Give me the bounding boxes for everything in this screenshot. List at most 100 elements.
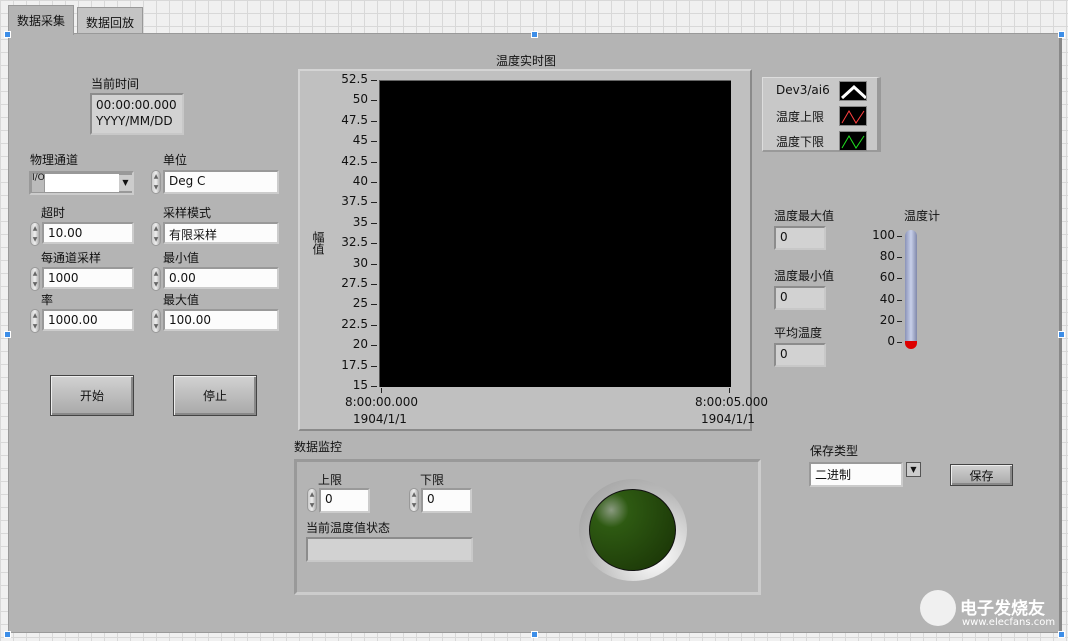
watermark-logo — [920, 590, 956, 626]
y-tick-mark — [371, 120, 377, 122]
waveform-chart: 幅值 52.5 50 47.5 45 42.5 40 37.5 35 32.5 30 27.5 25 2… — [298, 69, 768, 431]
timeout-stepper[interactable]: ▲ ▼ — [30, 222, 40, 246]
resize-handle[interactable] — [1058, 31, 1065, 38]
save-button[interactable]: 保存 — [950, 464, 1013, 486]
channel-value — [45, 174, 119, 192]
lower-limit-stepper[interactable]: ▲ ▼ — [409, 488, 419, 512]
resize-handle[interactable] — [531, 31, 538, 38]
thermometer-label: 温度计 — [904, 209, 941, 223]
x-tick-end-date: 1904/1/1 — [701, 412, 755, 426]
current-time-label: 当前时间 — [91, 77, 140, 91]
y-tick-label: 30 — [352, 255, 368, 270]
mode-stepper[interactable]: ▲ ▼ — [151, 222, 161, 246]
thermometer-tick-label: 20 — [879, 312, 895, 327]
rate-field[interactable]: 1000.00 — [42, 309, 134, 331]
time-value: 00:00:00.000 — [96, 98, 177, 112]
monitor-label: 数据监控 — [294, 440, 343, 454]
max-field[interactable]: 100.00 — [163, 309, 279, 331]
y-tick-mark — [371, 386, 377, 387]
save-type-select[interactable]: 二进制 — [809, 462, 903, 487]
samples-stepper[interactable]: ▲ ▼ — [30, 267, 40, 291]
samples-field[interactable]: 1000 — [42, 267, 134, 289]
legend-label: Dev3/ai6 — [776, 83, 830, 97]
y-tick-mark — [371, 100, 377, 102]
min-field[interactable]: 0.00 — [163, 267, 279, 289]
resize-handle[interactable] — [531, 631, 538, 638]
y-tick-label: 42.5 — [341, 153, 368, 168]
thermometer-tick-mark — [897, 236, 902, 237]
watermark-url: www.elecfans.com — [962, 617, 1056, 628]
upper-limit-field[interactable]: 0 — [319, 488, 370, 513]
y-tick-mark — [371, 345, 377, 347]
max-label: 最大值 — [163, 293, 200, 307]
unit-stepper[interactable]: ▲ ▼ — [151, 170, 161, 194]
thermometer — [905, 230, 917, 346]
watermark-text: 电子发烧友 — [960, 599, 1045, 619]
x-tick-start-date: 1904/1/1 — [353, 412, 407, 426]
y-tick-label: 50 — [352, 92, 368, 107]
date-value: YYYY/MM/DD — [96, 114, 173, 128]
max-stepper[interactable]: ▲ ▼ — [151, 309, 161, 333]
io-icon: I/O — [32, 174, 45, 192]
lower-limit-label: 下限 — [420, 473, 445, 487]
y-tick-mark — [371, 182, 377, 183]
plot-area[interactable] — [379, 80, 731, 387]
legend-swatch-icon[interactable] — [839, 81, 867, 101]
y-tick-mark — [371, 202, 377, 204]
min-label: 最小值 — [163, 251, 200, 265]
timeout-label: 超时 — [41, 206, 66, 220]
y-tick-mark — [371, 263, 377, 265]
y-tick-label: 20 — [352, 337, 368, 352]
thermometer-tick-label: 100 — [872, 228, 895, 242]
sample-mode-field[interactable]: 有限采样 — [163, 222, 279, 244]
unit-field[interactable]: Deg C — [163, 170, 279, 194]
max-temp-label: 温度最大值 — [774, 209, 835, 223]
x-tick-mark — [381, 388, 382, 393]
chevron-down-icon[interactable]: ▼ — [906, 462, 921, 477]
y-tick-mark — [371, 304, 377, 306]
stop-button[interactable]: 停止 — [173, 375, 257, 416]
y-tick-mark — [371, 80, 377, 81]
y-tick-label: 25 — [352, 296, 368, 311]
max-temp-indicator: 0 — [774, 226, 826, 250]
avg-temp-label: 平均温度 — [774, 326, 823, 340]
status-indicator — [306, 537, 473, 562]
min-stepper[interactable]: ▲ ▼ — [151, 267, 161, 291]
legend-swatch-icon[interactable] — [839, 131, 867, 151]
plot-legend[interactable]: Dev3/ai6 温度上限 温度下限 — [762, 77, 881, 152]
resize-handle[interactable] — [4, 631, 11, 638]
led-indicator[interactable] — [589, 489, 676, 571]
upper-limit-stepper[interactable]: ▲ ▼ — [307, 488, 317, 512]
min-temp-indicator: 0 — [774, 286, 826, 310]
legend-swatch-icon[interactable] — [839, 106, 867, 126]
y-tick-label: 37.5 — [341, 194, 368, 209]
resize-handle[interactable] — [1058, 331, 1065, 338]
chevron-down-icon[interactable]: ▼ — [119, 175, 132, 191]
resize-handle[interactable] — [4, 31, 11, 38]
y-axis-label: 幅值 — [311, 231, 325, 255]
upper-limit-label: 上限 — [318, 473, 343, 487]
current-time-display: 00:00:00.000 YYYY/MM/DD — [90, 93, 184, 135]
thermometer-tick-label: 0 — [887, 334, 895, 348]
tab-data-playback[interactable]: 数据回放 — [77, 7, 144, 34]
legend-line — [841, 135, 865, 149]
tab-data-acquisition[interactable]: 数据采集 — [8, 5, 75, 35]
thermometer-tick-label: 40 — [879, 291, 895, 306]
start-button[interactable]: 开始 — [50, 375, 134, 416]
rate-stepper[interactable]: ▲ ▼ — [30, 309, 40, 333]
x-tick-mark — [729, 388, 730, 393]
resize-handle[interactable] — [1058, 631, 1065, 638]
lower-limit-field[interactable]: 0 — [421, 488, 472, 513]
resize-handle[interactable] — [4, 331, 11, 338]
thermometer-tick-label: 60 — [879, 270, 895, 285]
y-tick-label: 17.5 — [341, 357, 368, 372]
legend-label: 温度上限 — [776, 110, 825, 124]
thermometer-tick-mark — [897, 320, 902, 322]
thermometer-tick-mark — [897, 342, 902, 343]
x-tick-end-time: 8:00:05.000 — [695, 395, 768, 409]
y-tick-mark — [371, 243, 377, 245]
physical-channel-select[interactable]: I/O ▼ — [29, 171, 134, 195]
y-tick-mark — [371, 222, 377, 224]
timeout-field[interactable]: 10.00 — [42, 222, 134, 244]
y-tick-label: 27.5 — [341, 276, 368, 290]
